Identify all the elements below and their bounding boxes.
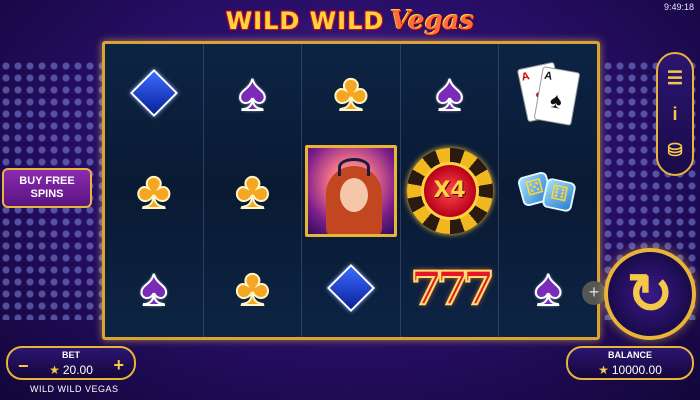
reel-1: ♣ ♠ [105,44,204,337]
logo-vegas: Vegas [390,6,475,36]
spade-symbol: ♠ [139,259,169,318]
reel-3: ♣ [302,44,401,337]
die-icon: ⚅ [541,176,577,213]
logo-wild-wild: WILD WILD [225,7,385,35]
spade-icon: ♠ [548,86,565,114]
multiplier-chip-symbol: X4 [406,147,493,234]
reel-cell: ♣ [204,142,302,240]
card-rank: A [520,70,531,84]
hamburger-menu-icon[interactable]: ☰ [667,69,683,87]
spin-arrow-icon: ↻ [626,262,674,325]
game-name: WILD WILD VEGAS [30,384,119,394]
card-rank: A [543,69,554,83]
expand-plus-button[interactable]: + [582,281,606,305]
reel-cell: ⚄ ⚅ [499,142,597,240]
reel-cell [302,142,400,240]
spade-symbol: ♠ [533,259,563,318]
coins-icon[interactable]: ⛁ [667,141,682,159]
reel-cell [302,239,400,337]
reel-cell: X4 [401,142,499,240]
balance-panel: BALANCE ★ 10000.00 [566,346,694,380]
spade-symbol: ♠ [238,63,268,122]
club-symbol: ♣ [234,161,270,220]
bet-amount: 20.00 [62,363,93,377]
club-symbol: ♣ [234,259,270,318]
reel-cell: ♠ [105,239,203,337]
playing-cards-symbol: A♥ A♠ [516,61,581,126]
reel-grid: ♣ ♠ ♠ ♣ ♣ ♣ ♠ X4 777 A♥ [102,41,600,340]
reel-cell: A♥ A♠ [499,44,597,142]
balance-label: BALANCE [608,350,652,360]
star-icon: ★ [598,363,609,377]
reel-cell: ♣ [105,142,203,240]
portrait-headdress [337,157,370,176]
club-symbol: ♣ [136,161,172,220]
game-logo: WILD WILD Vegas [0,6,700,40]
bet-panel: − BET ★ 20.00 + [6,346,136,380]
reel-cell: ♣ [204,239,302,337]
portrait-face [339,177,368,212]
diamond-symbol [326,264,376,313]
triple-seven-symbol: 777 [410,260,496,316]
reel-cell [105,44,203,142]
multiplier-label: X4 [420,161,479,220]
reel-cell: 777 [401,239,499,337]
reel-cell: ♣ [302,44,400,142]
balance-value: ★ 10000.00 [568,363,692,377]
club-symbol: ♣ [333,63,369,122]
star-icon: ★ [49,363,60,377]
bet-increase-button[interactable]: + [113,355,124,376]
showgirl-portrait-symbol [304,144,397,237]
reel-4: ♠ X4 777 [400,44,500,337]
dice-symbol: ⚄ ⚅ [516,164,580,218]
diamond-symbol [129,68,178,117]
balance-amount: 10000.00 [611,363,662,377]
reel-cell: ♠ [401,44,499,142]
spade-symbol: ♠ [435,63,465,122]
side-menu: ☰ i ⛁ [656,52,694,176]
buy-free-spins-button[interactable]: BUY FREE SPINS [2,168,92,208]
info-icon[interactable]: i [672,105,677,123]
reel-cell: ♠ [204,44,302,142]
spin-button[interactable]: ↻ [604,248,696,340]
spade-card: A ♠ [533,65,581,126]
reel-2: ♠ ♣ ♣ [203,44,303,337]
